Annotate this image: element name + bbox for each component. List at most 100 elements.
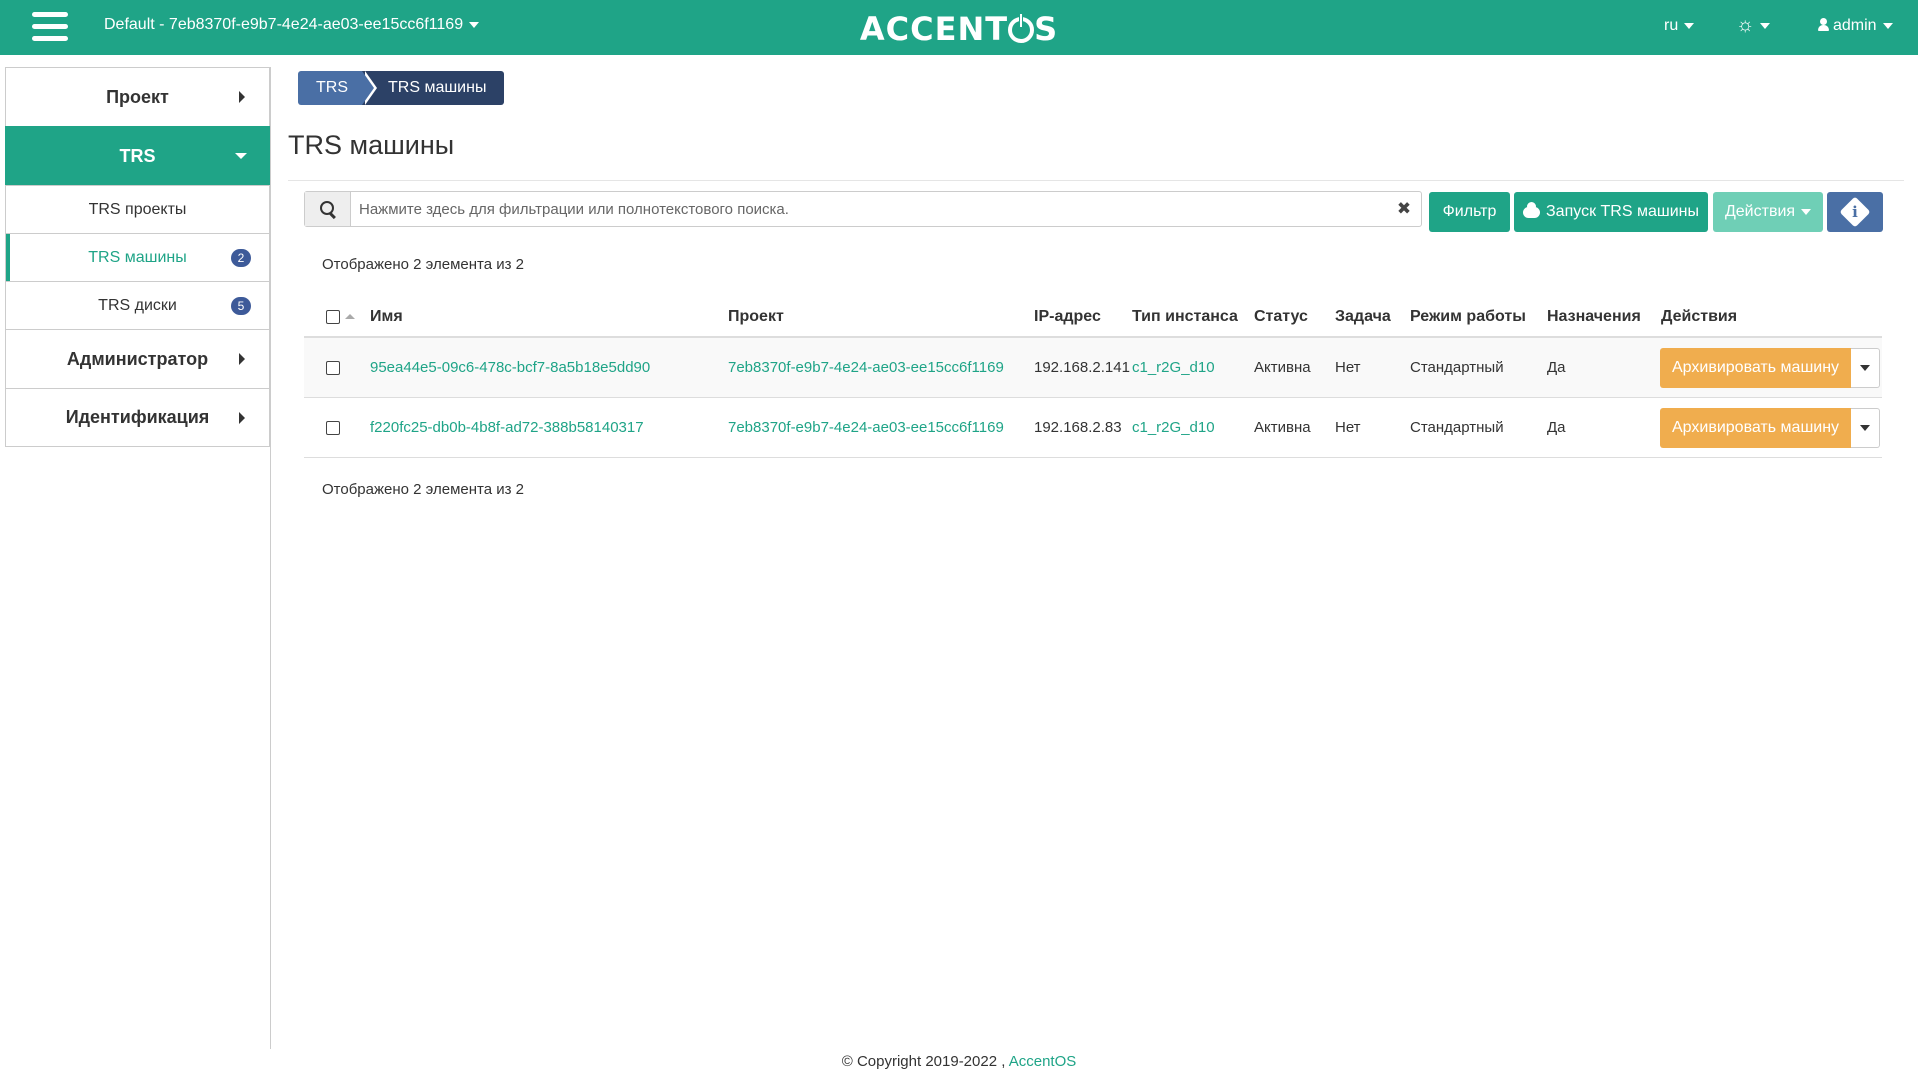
items-count-bottom: Отображено 2 элемента из 2 [322,481,525,498]
column-header-ip[interactable]: IP-адрес [1034,295,1101,338]
sidebar-item-label: Идентификация [65,407,210,427]
user-name: admin [1833,17,1877,34]
chevron-right-icon [239,353,245,365]
assigned-text: Да [1547,419,1566,436]
chevron-down-icon [235,153,247,159]
top-navbar: Default - 7eb8370f-e9b7-4e24-ae03-ee15cc… [0,0,1918,55]
sidebar: Проект TRS TRS проекты TRS машины 2 TRS … [5,67,271,1049]
chevron-down-icon [1860,364,1871,371]
archive-machine-button[interactable]: Архивировать машину [1660,347,1852,388]
column-header-flavor[interactable]: Тип инстанса [1132,295,1238,338]
row-actions: Архивировать машину [1660,398,1881,457]
footer-link[interactable]: AccentOS [1009,1053,1077,1070]
table-header: Имя Проект IP-адрес Тип инстанса Статус … [304,295,1882,338]
breadcrumb-item-trs[interactable]: TRS [298,71,377,105]
count-badge: 5 [231,297,251,315]
task-text: Нет [1335,359,1361,376]
sidebar-item-trs-disks[interactable]: TRS диски 5 [5,281,270,329]
sidebar-item-label: TRS проекты [88,200,187,218]
language-label: ru [1664,17,1679,34]
user-menu[interactable]: admin [1818,17,1893,35]
row-select-cell [326,338,340,397]
chevron-down-icon [1882,22,1893,29]
flavor-link[interactable]: c1_r2G_d10 [1132,338,1215,397]
sidebar-item-label: TRS машины [88,248,187,266]
select-all-checkbox[interactable] [326,309,340,324]
search-button[interactable] [305,192,351,226]
launch-machine-button[interactable]: Запуск TRS машины [1514,192,1708,232]
column-header-name[interactable]: Имя [370,295,403,338]
sort-asc-icon[interactable] [345,314,355,319]
chevron-down-icon [1801,209,1812,215]
sidebar-item-label: TRS [119,145,156,166]
search-bar: ✖ [304,191,1422,227]
chevron-down-icon [1760,22,1771,29]
launch-button-label: Запуск TRS машины [1546,203,1699,220]
column-header-actions: Действия [1661,307,1738,325]
column-header-mode[interactable]: Режим работы [1410,295,1526,338]
language-selector[interactable]: ru [1664,17,1695,35]
sidebar-item-trs[interactable]: TRS [5,126,270,185]
clear-icon[interactable]: ✖ [1387,192,1421,226]
assigned-text: Да [1547,359,1566,376]
count-badge: 2 [231,249,251,267]
column-header-status[interactable]: Статус [1254,295,1308,338]
items-count-top: Отображено 2 элемента из 2 [322,256,525,273]
table-row: f220fc25-db0b-4b8f-ad72-388b58140317 7eb… [304,398,1882,458]
cloud-upload-icon [1523,201,1541,218]
row-actions: Архивировать машину [1660,338,1881,397]
breadcrumb-item-trs-machines[interactable]: TRS машины [362,71,505,105]
project-selector[interactable]: Default - 7eb8370f-e9b7-4e24-ae03-ee15cc… [104,16,480,34]
ip-address: 192.168.2.83 [1034,419,1122,436]
column-header-assigned[interactable]: Назначения [1547,295,1641,338]
ip-address: 192.168.2.141 [1034,359,1130,376]
archive-machine-button[interactable]: Архивировать машину [1660,407,1852,448]
archive-button-label: Архивировать машину [1672,358,1840,376]
sidebar-item-trs-machines[interactable]: TRS машины 2 [5,233,270,281]
gear-icon: ☼ [1736,14,1755,36]
column-header-task[interactable]: Задача [1335,295,1391,338]
status-text: Активна [1254,359,1311,376]
sidebar-item-label: Проект [106,86,169,107]
copyright-text: © Copyright 2019-2022 , [841,1053,1006,1070]
project-link[interactable]: 7eb8370f-e9b7-4e24-ae03-ee15cc6f1169 [728,338,1004,397]
sidebar-item-trs-projects[interactable]: TRS проекты [5,185,270,233]
info-button[interactable]: i [1827,192,1883,232]
machine-name-link[interactable]: f220fc25-db0b-4b8f-ad72-388b58140317 [370,398,644,457]
project-link[interactable]: 7eb8370f-e9b7-4e24-ae03-ee15cc6f1169 [728,398,1004,457]
row-actions-dropdown[interactable] [1851,407,1881,448]
mode-text: Стандартный [1410,419,1504,436]
chevron-right-icon [239,91,245,103]
chevron-down-icon [1860,424,1871,431]
row-checkbox[interactable] [326,360,340,375]
machine-name-link[interactable]: 95ea44e5-09c6-478c-bcf7-8a5b18e5dd90 [370,338,650,397]
divider [288,180,1904,181]
menu-icon[interactable] [32,12,68,42]
select-all-cell [326,295,355,338]
search-icon [319,201,336,217]
sidebar-item-label: TRS диски [98,296,177,314]
footer: © Copyright 2019-2022 , AccentOS [0,1053,1918,1070]
table-row: 95ea44e5-09c6-478c-bcf7-8a5b18e5dd90 7eb… [304,338,1882,398]
task-text: Нет [1335,419,1361,436]
sidebar-item-label: Администратор [66,348,209,369]
archive-button-label: Архивировать машину [1672,418,1840,436]
row-actions-dropdown[interactable] [1851,347,1881,388]
info-icon: i [1839,196,1871,228]
sidebar-item-project[interactable]: Проект [5,67,270,126]
breadcrumb: TRS TRS машины [298,71,505,105]
search-input[interactable] [351,192,1387,226]
chevron-right-icon [239,412,245,424]
column-header-project[interactable]: Проект [728,295,784,338]
sidebar-item-admin[interactable]: Администратор [5,329,270,388]
filter-button-label: Фильтр [1442,203,1497,220]
filter-button[interactable]: Фильтр [1429,192,1510,232]
sidebar-item-identity[interactable]: Идентификация [5,388,270,447]
flavor-link[interactable]: c1_r2G_d10 [1132,398,1215,457]
mode-text: Стандартный [1410,359,1504,376]
theme-selector[interactable]: ☼ [1736,14,1771,37]
status-text: Активна [1254,419,1311,436]
row-checkbox[interactable] [326,420,340,435]
row-select-cell [326,398,340,457]
actions-dropdown-button[interactable]: Действия [1713,192,1823,232]
